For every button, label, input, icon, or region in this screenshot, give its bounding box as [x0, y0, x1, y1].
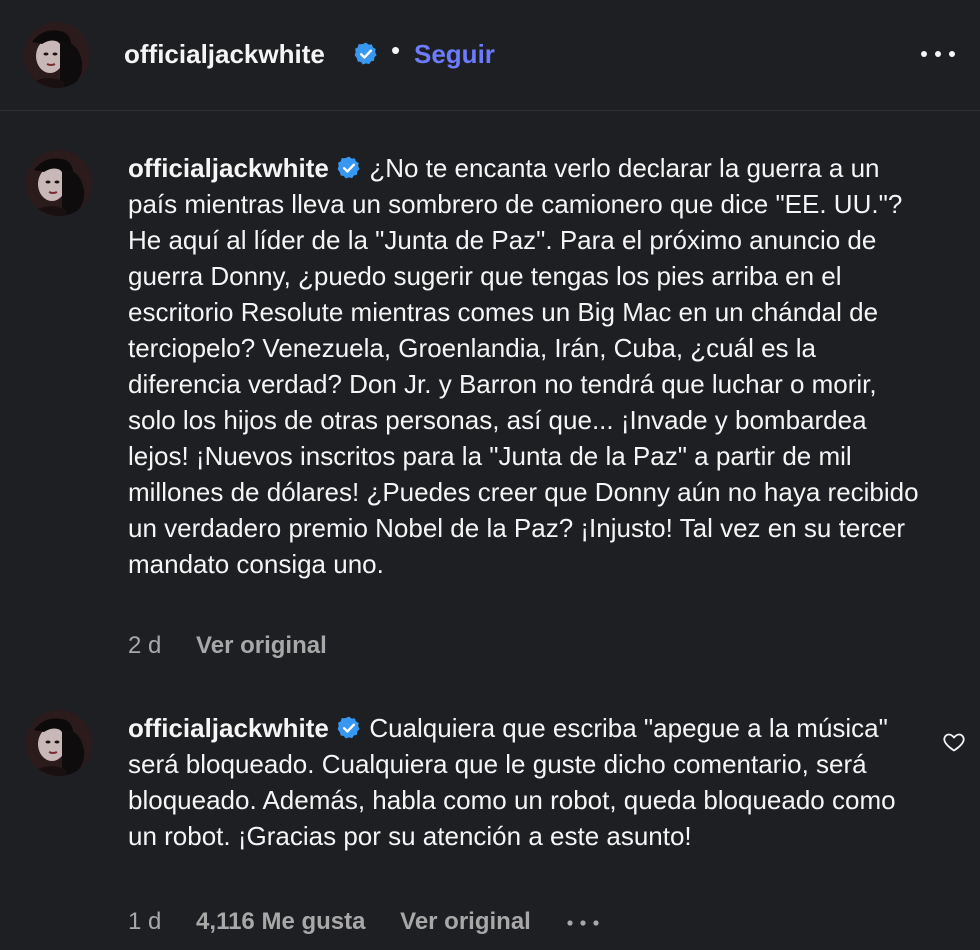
comment-meta: 2 d Ver original	[128, 632, 355, 660]
avatar[interactable]	[24, 22, 90, 88]
avatar[interactable]	[26, 710, 92, 776]
comment-username[interactable]: officialjackwhite	[128, 153, 329, 183]
comment-text: ¿No te encanta verlo declarar la guerra …	[128, 153, 919, 579]
header-username[interactable]: officialjackwhite	[124, 39, 325, 70]
post-header: officialjackwhite • Seguir	[0, 0, 980, 111]
comment-time[interactable]: 2 d	[128, 632, 161, 659]
verified-badge-icon	[354, 42, 377, 65]
avatar[interactable]	[26, 150, 92, 216]
verified-badge-icon	[337, 716, 360, 739]
comment-body: officialjackwhite Cualquiera que escriba…	[128, 710, 928, 854]
more-horizontal-icon[interactable]	[566, 918, 600, 928]
separator-dot: •	[391, 35, 401, 65]
more-horizontal-icon[interactable]	[918, 42, 958, 66]
likes-count[interactable]: 4,116 Me gusta	[196, 908, 365, 935]
verified-badge-icon	[337, 156, 360, 179]
see-original-link[interactable]: Ver original	[196, 632, 327, 659]
heart-icon[interactable]	[942, 730, 966, 754]
comment-time[interactable]: 1 d	[128, 908, 161, 935]
comment-username[interactable]: officialjackwhite	[128, 713, 329, 743]
comment-meta: 1 d 4,116 Me gusta Ver original	[128, 908, 600, 936]
follow-button[interactable]: Seguir	[414, 39, 495, 70]
see-original-link[interactable]: Ver original	[400, 908, 531, 935]
comment-body: officialjackwhite ¿No te encanta verlo d…	[128, 150, 928, 582]
